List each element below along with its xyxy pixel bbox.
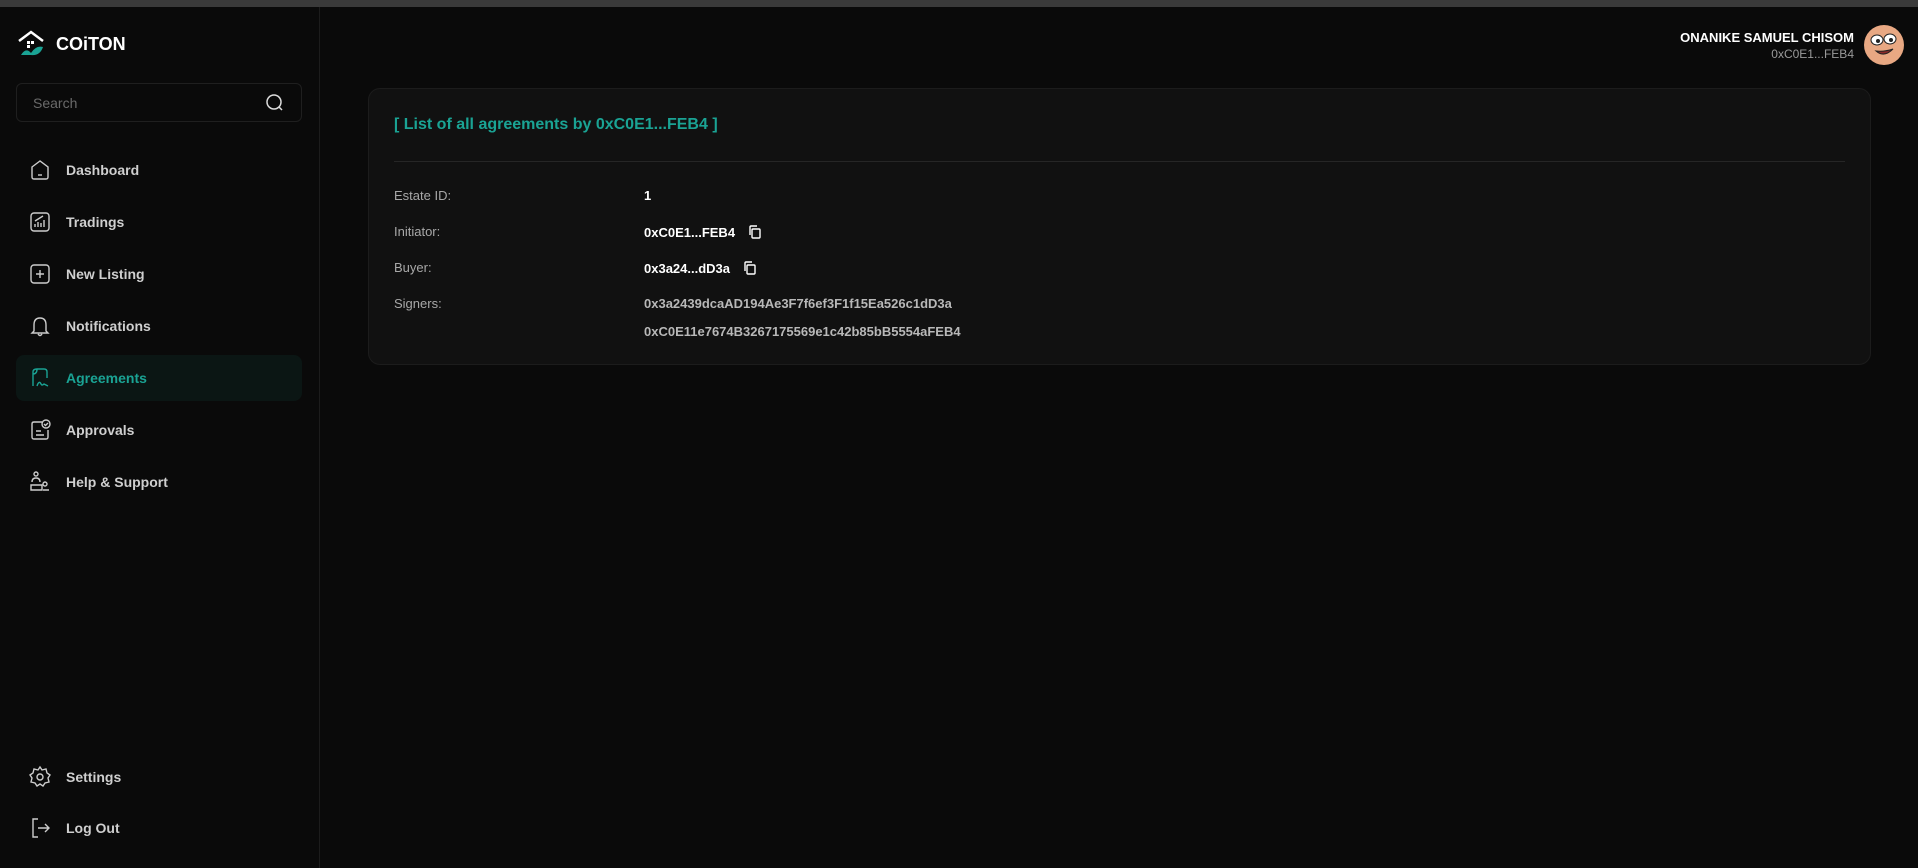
sidebar-item-label: Agreements bbox=[66, 370, 147, 386]
bell-icon bbox=[30, 317, 50, 337]
sidebar-item-notifications[interactable]: Notifications bbox=[16, 303, 302, 349]
buyer-label: Buyer: bbox=[394, 260, 432, 275]
sidebar-item-tradings[interactable]: Tradings bbox=[16, 199, 302, 245]
browser-top-strip bbox=[0, 0, 1918, 7]
signers-label: Signers: bbox=[394, 296, 442, 311]
signature-icon bbox=[32, 368, 49, 387]
sidebar-item-new-listing[interactable]: New Listing bbox=[16, 251, 302, 297]
sidebar: COiTON Dashboard Tradings New Listing No… bbox=[0, 7, 320, 868]
sidebar-item-label: New Listing bbox=[66, 266, 145, 282]
sidebar-item-label: Approvals bbox=[66, 422, 135, 438]
gear-icon bbox=[29, 765, 51, 787]
agreement-card: [ List of all agreements by 0xC0E1...FEB… bbox=[368, 88, 1871, 365]
sidebar-item-settings[interactable]: Settings bbox=[16, 754, 302, 800]
app-name: COiTON bbox=[56, 33, 126, 54]
home-icon bbox=[31, 160, 49, 180]
logo[interactable]: COiTON bbox=[16, 29, 126, 59]
avatar-face-icon bbox=[1870, 33, 1897, 55]
search-icon[interactable] bbox=[265, 93, 285, 113]
signer-address: 0xC0E11e7674B3267175569e1c42b85bB5554aFE… bbox=[644, 324, 961, 339]
estate-id-row: Estate ID: 1 bbox=[394, 188, 651, 203]
user-profile[interactable]: ONANIKE SAMUEL CHISOM 0xC0E1...FEB4 bbox=[1680, 25, 1904, 65]
user-name: ONANIKE SAMUEL CHISOM bbox=[1680, 29, 1854, 45]
signer-address: 0x3a2439dcaAD194Ae3F7f6ef3F1f15Ea526c1dD… bbox=[644, 296, 952, 311]
sidebar-item-label: Tradings bbox=[66, 214, 125, 230]
initiator-label: Initiator: bbox=[394, 224, 441, 239]
user-address: 0xC0E1...FEB4 bbox=[1771, 46, 1854, 61]
sidebar-item-agreements[interactable]: Agreements bbox=[16, 355, 302, 401]
divider bbox=[394, 161, 1845, 162]
search-input[interactable] bbox=[33, 94, 265, 111]
logout-icon bbox=[32, 818, 50, 838]
plus-square-icon bbox=[30, 264, 50, 284]
estate-id-label: Estate ID: bbox=[394, 188, 452, 203]
sidebar-item-label: Dashboard bbox=[66, 162, 140, 178]
support-icon bbox=[30, 471, 49, 491]
sidebar-item-label: Notifications bbox=[66, 318, 151, 334]
approval-icon bbox=[31, 419, 51, 440]
copy-icon[interactable] bbox=[747, 224, 763, 240]
sidebar-item-label: Log Out bbox=[66, 820, 120, 836]
sidebar-item-label: Help & Support bbox=[66, 474, 168, 490]
initiator-value: 0xC0E1...FEB4 bbox=[644, 224, 736, 240]
logo-icon bbox=[18, 30, 44, 56]
sidebar-item-label: Settings bbox=[66, 769, 122, 785]
sidebar-item-logout[interactable]: Log Out bbox=[16, 805, 302, 851]
avatar[interactable] bbox=[1864, 25, 1904, 65]
card-title: [ List of all agreements by 0xC0E1...FEB… bbox=[394, 116, 718, 133]
sidebar-item-approvals[interactable]: Approvals bbox=[16, 407, 302, 453]
initiator-row: Initiator: 0xC0E1...FEB4 bbox=[394, 224, 763, 240]
sidebar-item-dashboard[interactable]: Dashboard bbox=[16, 147, 302, 193]
estate-id-value: 1 bbox=[644, 188, 652, 203]
buyer-value: 0x3a24...dD3a bbox=[644, 260, 731, 276]
copy-icon[interactable] bbox=[742, 260, 758, 276]
search-box[interactable] bbox=[16, 83, 302, 122]
chart-icon bbox=[30, 212, 50, 232]
buyer-row: Buyer: 0x3a24...dD3a bbox=[394, 260, 758, 276]
signers-row: Signers: 0x3a2439dcaAD194Ae3F7f6ef3F1f15… bbox=[394, 296, 961, 339]
sidebar-item-help-support[interactable]: Help & Support bbox=[16, 459, 302, 505]
